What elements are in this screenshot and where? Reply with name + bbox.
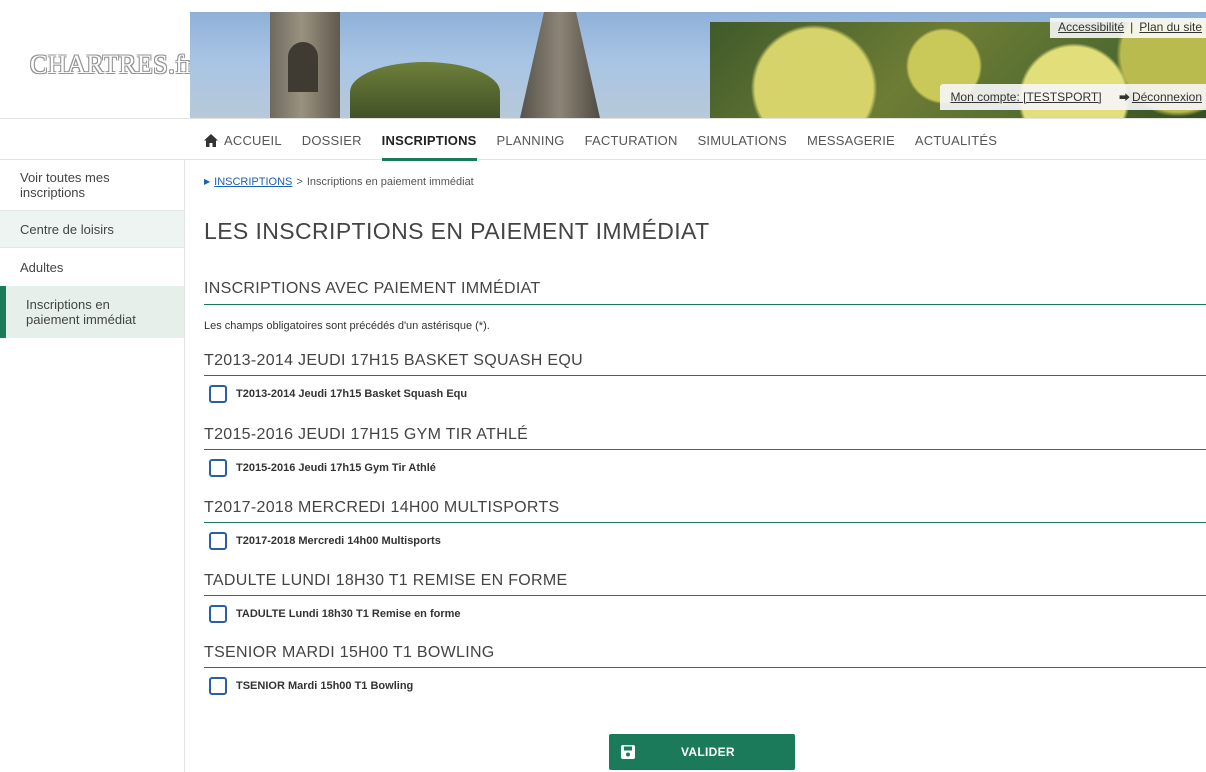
activity-group-title: TADULTE LUNDI 18H30 T1 REMISE EN FORME xyxy=(204,572,1206,596)
breadcrumb-current: Inscriptions en paiement immédiat xyxy=(306,176,474,188)
sidebar-item-adultes[interactable]: Adultes xyxy=(0,248,184,286)
logout-icon: ⮕ xyxy=(1118,92,1130,104)
activity-checkbox[interactable] xyxy=(209,385,227,403)
banner-foliage-left xyxy=(350,62,500,118)
nav-item-label: ACCUEIL xyxy=(224,132,282,148)
activity-option-label[interactable]: T2017-2018 Mercredi 14h00 Multisports xyxy=(236,535,441,547)
sidebar-item-paiement-immediat[interactable]: Inscriptions en paiement immédiat xyxy=(0,286,184,338)
nav-item-facturation[interactable]: FACTURATION xyxy=(585,119,678,161)
page-title: LES INSCRIPTIONS EN PAIEMENT IMMÉDIAT xyxy=(204,218,710,244)
activity-checkbox[interactable] xyxy=(209,532,227,550)
required-fields-note: Les champs obligatoires sont précédés d'… xyxy=(204,320,490,332)
breadcrumb-link-inscriptions[interactable]: INSCRIPTIONS xyxy=(214,176,292,188)
banner-tower xyxy=(270,12,340,118)
activity-group-title: T2017-2018 MERCREDI 14H00 MULTISPORTS xyxy=(204,499,1206,523)
activity-option[interactable]: T2013-2014 Jeudi 17h15 Basket Squash Equ xyxy=(204,385,1206,403)
activity-group-title: T2015-2016 JEUDI 17H15 GYM TIR ATHLÉ xyxy=(204,426,1206,450)
activity-option[interactable]: T2017-2018 Mercredi 14h00 Multisports xyxy=(204,532,1206,550)
activity-option-label[interactable]: TSENIOR Mardi 15h00 T1 Bowling xyxy=(236,680,413,692)
main-nav: ACCUEIL DOSSIER INSCRIPTIONS PLANNING FA… xyxy=(0,118,1206,161)
nav-item-dossier[interactable]: DOSSIER xyxy=(302,119,362,161)
nav-item-messagerie[interactable]: MESSAGERIE xyxy=(807,119,895,161)
breadcrumb-separator: > xyxy=(296,176,303,188)
logout-link[interactable]: Déconnexion xyxy=(1132,90,1202,104)
section-title: INSCRIPTIONS AVEC PAIEMENT IMMÉDIAT xyxy=(204,280,1206,305)
accessibility-link[interactable]: Accessibilité xyxy=(1058,20,1124,34)
banner-spire xyxy=(520,12,600,118)
activity-group: TADULTE LUNDI 18H30 T1 REMISE EN FORME T… xyxy=(204,572,1206,623)
activity-option-label[interactable]: T2015-2016 Jeudi 17h15 Gym Tir Athlé xyxy=(236,462,436,474)
activity-option-label[interactable]: T2013-2014 Jeudi 17h15 Basket Squash Equ xyxy=(236,388,467,400)
top-links: Accessibilité | Plan du site xyxy=(1050,18,1206,38)
activity-option[interactable]: TSENIOR Mardi 15h00 T1 Bowling xyxy=(204,677,1206,695)
sidebar-item-all-inscriptions[interactable]: Voir toutes mes inscriptions xyxy=(0,160,184,211)
submit-button[interactable]: VALIDER xyxy=(609,734,795,770)
save-icon xyxy=(621,745,635,759)
activity-group: T2013-2014 JEUDI 17H15 BASKET SQUASH EQU… xyxy=(204,352,1206,403)
main-content: ▶ INSCRIPTIONS > Inscriptions en paiement i… xyxy=(204,160,1206,772)
nav-item-accueil[interactable]: ACCUEIL xyxy=(204,119,282,161)
nav-item-simulations[interactable]: SIMULATIONS xyxy=(698,119,787,161)
site-header: CHARTRES.fr Accessibilité | Plan du site M… xyxy=(0,0,1206,118)
logout-button[interactable]: ⮕ Déconnexion xyxy=(1119,90,1202,104)
top-links-separator: | xyxy=(1130,20,1134,34)
site-logo[interactable]: CHARTRES.fr xyxy=(30,50,194,80)
activity-option[interactable]: TADULTE Lundi 18h30 T1 Remise en forme xyxy=(204,605,1206,623)
activity-group: T2017-2018 MERCREDI 14H00 MULTISPORTS T2… xyxy=(204,499,1206,550)
submit-button-label: VALIDER xyxy=(681,745,735,759)
breadcrumb: ▶ INSCRIPTIONS > Inscriptions en paiement i… xyxy=(204,176,474,188)
activity-group: TSENIOR MARDI 15H00 T1 BOWLING TSENIOR M… xyxy=(204,644,1206,695)
activity-group-title: T2013-2014 JEUDI 17H15 BASKET SQUASH EQU xyxy=(204,352,1206,376)
activity-option[interactable]: T2015-2016 Jeudi 17h15 Gym Tir Athlé xyxy=(204,459,1206,477)
nav-item-inscriptions[interactable]: INSCRIPTIONS xyxy=(381,119,477,161)
sidebar-item-centre-loisirs[interactable]: Centre de loisirs xyxy=(0,211,184,248)
account-bar: Mon compte: [TESTSPORT] ⮕ Déconnexion xyxy=(940,84,1206,110)
nav-item-actualites[interactable]: ACTUALITÉS xyxy=(915,119,997,161)
activity-checkbox[interactable] xyxy=(209,459,227,477)
activity-checkbox[interactable] xyxy=(209,605,227,623)
breadcrumb-arrow-icon: ▶ xyxy=(204,177,211,186)
sidebar: Voir toutes mes inscriptions Centre de l… xyxy=(0,160,185,772)
nav-item-planning[interactable]: PLANNING xyxy=(497,119,565,161)
sitemap-link[interactable]: Plan du site xyxy=(1139,20,1202,34)
activity-group: T2015-2016 JEUDI 17H15 GYM TIR ATHLÉ T20… xyxy=(204,426,1206,477)
home-icon xyxy=(204,133,218,147)
activity-group-title: TSENIOR MARDI 15H00 T1 BOWLING xyxy=(204,644,1206,668)
my-account-link[interactable]: Mon compte: [TESTSPORT] xyxy=(950,90,1101,104)
activity-checkbox[interactable] xyxy=(209,677,227,695)
activity-option-label[interactable]: TADULTE Lundi 18h30 T1 Remise en forme xyxy=(236,608,461,620)
